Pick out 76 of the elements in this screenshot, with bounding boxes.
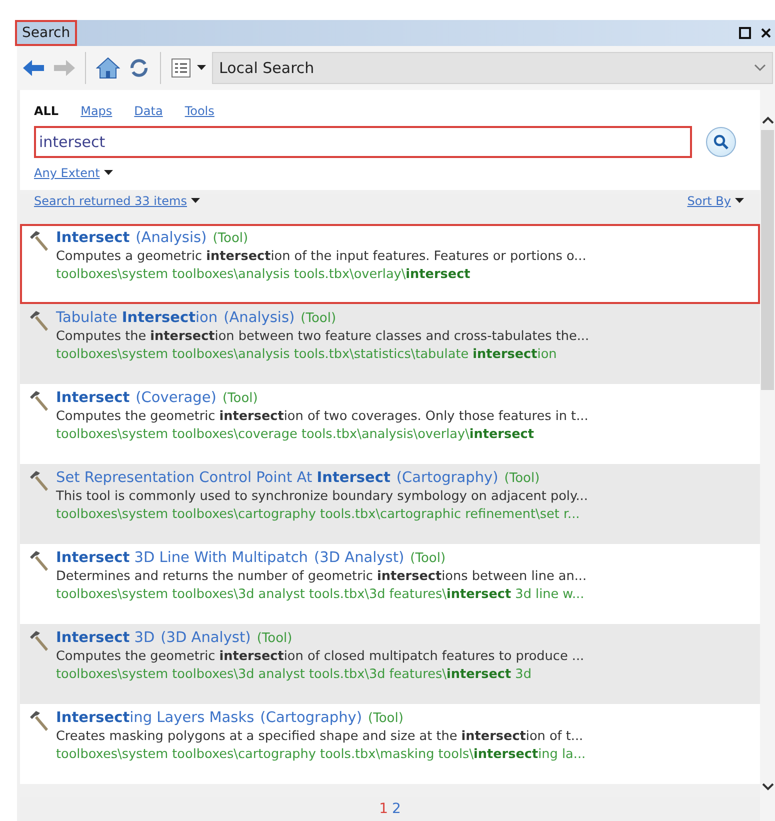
search-icon xyxy=(713,134,729,150)
back-button[interactable] xyxy=(21,58,47,78)
result-category: (Cartography) xyxy=(396,470,498,486)
result-description: Computes the geometric intersection of closed multipatch features to produce ... xyxy=(56,649,584,664)
result-title[interactable]: Tabulate Intersection xyxy=(56,310,218,326)
hammer-icon xyxy=(28,710,50,732)
result-item[interactable] xyxy=(20,544,760,624)
filter-tab[interactable]: Maps xyxy=(80,104,112,118)
result-path: toolboxes\system toolboxes\analysis tools.tbx\statistics\tabulate intersection xyxy=(56,347,558,362)
result-title[interactable]: Intersect xyxy=(56,230,130,246)
view-options-button[interactable] xyxy=(169,56,208,80)
result-description: Creates masking polygons at a specified shape and size at the intersection of t... xyxy=(56,729,584,744)
sort-dropdown[interactable]: Sort By xyxy=(687,194,744,208)
chevron-down-icon xyxy=(754,64,766,72)
result-description: Computes a geometric intersection of the input features. Features or portions o... xyxy=(56,249,586,264)
extent-dropdown[interactable]: Any Extent xyxy=(34,166,113,180)
result-category: (Coverage) xyxy=(136,390,216,406)
maximize-button[interactable] xyxy=(737,25,753,41)
filter-tab[interactable]: Tools xyxy=(184,104,214,118)
result-type: (Tool) xyxy=(300,311,336,326)
result-item[interactable]: Intersect (Coverage) (Tool) Computes the geometric intersection of two coverages. Only those features in t... toolboxes\system toolboxes\coverage tools.tbx\analysis\overlay\intersect xyxy=(20,384,760,464)
result-item[interactable]: Intersect 3D (3D Analyst) (Tool) Computes the geometric intersection of closed multipatch features to produce ... toolboxes\system toolboxes\3d analyst tools.tbx\3d features\intersect 3d xyxy=(20,624,760,704)
hammer-icon xyxy=(28,470,50,492)
result-path: toolboxes\system toolboxes\cartography tools.tbx\cartographic refinement\set r... xyxy=(56,507,581,522)
result-type: (Tool) xyxy=(212,231,248,246)
scope-dropdown[interactable]: Local Search xyxy=(212,52,773,84)
scroll-down-icon[interactable] xyxy=(762,783,774,791)
search-field[interactable]: intersect xyxy=(34,126,692,158)
result-description: This tool is commonly used to synchronize boundary symbology on adjacent poly... xyxy=(56,489,588,504)
caret-icon xyxy=(191,198,200,204)
result-title[interactable]: Intersecting Layers Masks xyxy=(56,710,254,726)
result-category: (3D Analyst) xyxy=(314,550,404,566)
result-item[interactable] xyxy=(20,704,760,784)
result-item[interactable]: Intersect (Analysis) (Tool) Computes a geometric intersection of the input features. Features or portions o... toolboxes\system toolboxes\analysis tools.tbx\overlay\intersect xyxy=(20,224,760,304)
result-type: (Tool) xyxy=(256,631,292,646)
filter-tab[interactable]: Data xyxy=(134,104,163,118)
result-category: (Analysis) xyxy=(136,230,207,246)
filter-tab[interactable]: ALL xyxy=(34,104,59,118)
scrollbar[interactable] xyxy=(760,90,775,821)
result-type: (Tool) xyxy=(222,391,258,406)
result-title[interactable]: Intersect 3D Line With Multipatch xyxy=(56,550,308,566)
result-category: (3D Analyst) xyxy=(160,630,251,646)
result-path: toolboxes\system toolboxes\3d analyst tools.tbx\3d features\intersect 3d xyxy=(56,667,532,682)
result-description: Determines and returns the number of geometric intersections between line an... xyxy=(56,569,587,584)
caret-icon xyxy=(735,198,744,204)
result-category: (Cartography) xyxy=(260,710,362,726)
caret-icon xyxy=(197,65,206,71)
close-button[interactable] xyxy=(759,26,773,40)
result-path: toolboxes\system toolboxes\coverage tools.tbx\analysis\overlay\intersect xyxy=(56,427,535,442)
hammer-icon xyxy=(28,390,50,412)
hammer-icon xyxy=(28,230,50,252)
results-summary-dropdown[interactable]: Search returned 33 items xyxy=(34,194,200,208)
search-button[interactable] xyxy=(706,127,736,157)
page-link[interactable]: 1 xyxy=(379,801,388,817)
result-path: toolboxes\system toolboxes\analysis tools.tbx\overlay\intersect xyxy=(56,267,472,282)
result-description: Computes the geometric intersection of two coverages. Only those features in t... xyxy=(56,409,588,424)
hammer-icon xyxy=(28,310,50,332)
hammer-icon xyxy=(28,550,50,572)
scroll-up-icon[interactable] xyxy=(762,116,774,124)
result-item[interactable]: Tabulate Intersection (Analysis) (Tool) Computes the intersection between two feature classes and cross-tabulates the... toolboxes\system toolboxes\analysis tools.tbx\statistics\tabulate intersection xyxy=(20,304,760,384)
result-item[interactable] xyxy=(20,464,760,544)
result-type: (Tool) xyxy=(504,471,540,486)
result-path: toolboxes\system toolboxes\cartography tools.tbx\masking tools\intersecting la... xyxy=(56,747,586,762)
result-category: (Analysis) xyxy=(224,310,295,326)
result-description: Computes the intersection between two feature classes and cross-tabulates the... xyxy=(56,329,590,344)
result-type: (Tool) xyxy=(410,551,446,566)
home-button[interactable] xyxy=(94,55,122,81)
result-title[interactable]: Set Representation Control Point At Intersect xyxy=(56,470,390,486)
result-path: toolboxes\system toolboxes\3d analyst tools.tbx\3d features\intersect 3d line w... xyxy=(56,587,586,602)
caret-icon xyxy=(104,170,113,176)
window-title: Search xyxy=(17,22,76,44)
result-title[interactable]: Intersect 3D xyxy=(56,630,155,646)
page-link[interactable]: 2 xyxy=(392,801,401,817)
result-type: (Tool) xyxy=(368,711,404,726)
hammer-icon xyxy=(28,630,50,652)
result-title[interactable]: Intersect xyxy=(56,390,130,406)
